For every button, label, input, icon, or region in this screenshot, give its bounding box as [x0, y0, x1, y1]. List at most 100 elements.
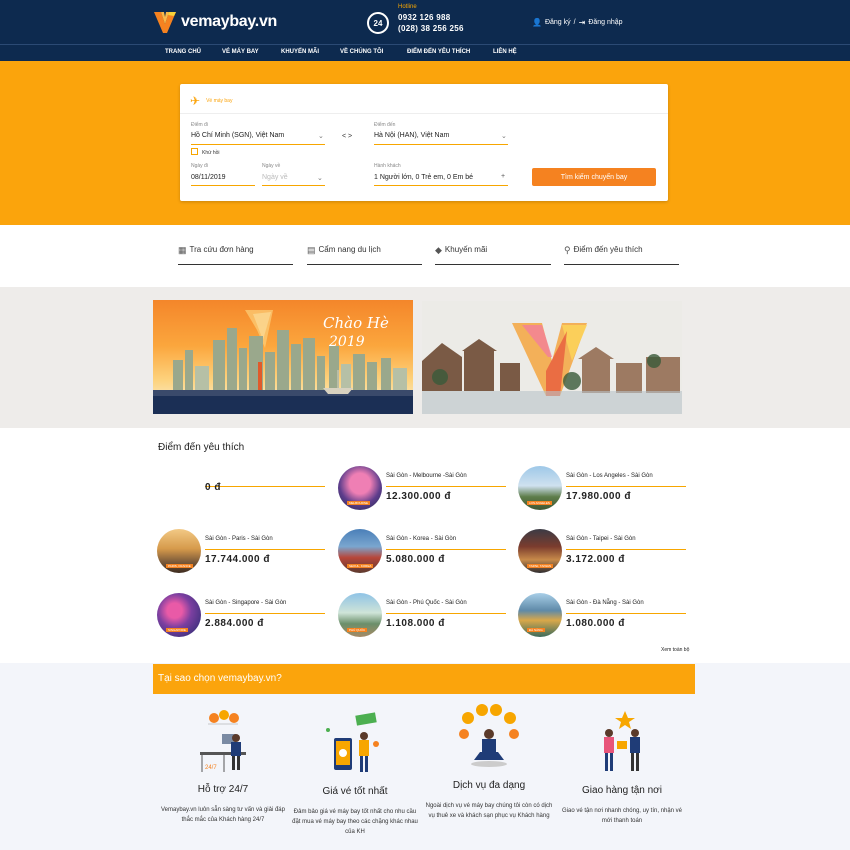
- destination-route: Sài Gòn - Los Angeles - Sài Gòn: [566, 473, 653, 479]
- destination-price: 0 đ: [205, 482, 221, 493]
- calendar-icon: ▦: [178, 245, 187, 255]
- to-select[interactable]: Hà Nội (HAN), Việt Nam: [374, 132, 449, 139]
- quick-link-favorite-destinations[interactable]: ⚲ Điểm đến yêu thích: [564, 245, 679, 265]
- to-underline: [374, 144, 508, 145]
- destination-tag: PARIS, FRANCE: [166, 564, 193, 568]
- tab-flights-label: Vé máy bay: [206, 98, 233, 104]
- passenger-underline: [374, 185, 508, 186]
- destination-price: 1.108.000 đ: [386, 618, 445, 629]
- destination-divider: [566, 549, 686, 550]
- quick-link-label: Cẩm nang du lịch: [318, 245, 381, 254]
- summer-banner[interactable]: Chào Hè 2019: [153, 300, 413, 414]
- destination-thumbnail: ĐÀ NẴNG: [518, 593, 562, 637]
- destination-divider: [386, 549, 506, 550]
- hotline-phone-2[interactable]: (028) 38 256 256: [398, 24, 464, 33]
- nav-promotions[interactable]: KHUYẾN MÃI: [281, 49, 319, 55]
- destination-card[interactable]: ĐÀ NẴNG Sài Gòn - Đà Nẵng - Sài Gòn 1.08…: [518, 593, 688, 641]
- why-us-header: Tại sao chọn vemaybay.vn?: [153, 664, 695, 694]
- best-price-illustration: [320, 710, 390, 780]
- destination-price: 5.080.000 đ: [386, 554, 445, 565]
- return-underline: [262, 185, 325, 186]
- quick-link-label: Tra cứu đơn hàng: [189, 245, 254, 254]
- destination-card[interactable]: SINGAPORE Sài Gòn - Singapore - Sài Gòn …: [157, 593, 327, 641]
- to-label: Điểm đến: [374, 122, 396, 128]
- depart-label: Ngày đi: [191, 163, 208, 169]
- passenger-select[interactable]: 1 Người lớn, 0 Trẻ em, 0 Em bé: [374, 174, 473, 181]
- destination-card[interactable]: SEOUL, KOREA Sài Gòn - Korea - Sài Gòn 5…: [338, 529, 508, 577]
- nav-contact[interactable]: LIÊN HỆ: [493, 49, 517, 55]
- hotline-label: Hotline: [398, 4, 417, 10]
- why-us-title: Tại sao chọn vemaybay.vn?: [158, 673, 282, 684]
- destination-route: Sài Gòn - Taipei - Sài Gòn: [566, 536, 636, 542]
- destination-price: 1.080.000 đ: [566, 618, 625, 629]
- delivery-illustration: [587, 709, 657, 779]
- from-label: Điểm đi: [191, 122, 208, 128]
- register-link[interactable]: Đăng ký: [545, 19, 571, 26]
- destinations-title: Điểm đến yêu thích: [158, 442, 245, 453]
- destination-route: Sài Gòn - Đà Nẵng - Sài Gòn: [566, 600, 644, 606]
- destination-thumbnail: LOS ANGELES: [518, 466, 562, 510]
- destination-tag: PHÚ QUỐC: [347, 628, 368, 632]
- from-underline: [191, 144, 325, 145]
- user-icon: 👤: [532, 18, 542, 27]
- tab-divider: [180, 113, 668, 114]
- nav-favorite-destinations[interactable]: ĐIỂM ĐẾN YÊU THÍCH: [407, 49, 470, 55]
- destination-price: 3.172.000 đ: [566, 554, 625, 565]
- destination-divider: [386, 613, 506, 614]
- passenger-label: Hành khách: [374, 163, 401, 169]
- plane-icon: ✈: [190, 94, 201, 108]
- destination-card[interactable]: LOS ANGELES Sài Gòn - Los Angeles - Sài …: [518, 466, 688, 514]
- destination-divider: [205, 549, 325, 550]
- depart-date-input[interactable]: 08/11/2019: [191, 174, 226, 181]
- from-select[interactable]: Hồ Chí Minh (SGN), Việt Nam: [191, 132, 284, 139]
- feature-title: Giao hàng tận nơi: [582, 785, 662, 796]
- tab-flights[interactable]: ✈ Vé máy bay: [190, 94, 232, 108]
- heritage-banner[interactable]: [422, 301, 682, 414]
- quick-link-promotions[interactable]: ◆ Khuyến mãi: [435, 245, 551, 265]
- quick-link-travel-guide[interactable]: ▤ Cẩm nang du lịch: [307, 245, 422, 265]
- destination-tag: LOS ANGELES: [527, 501, 552, 505]
- quick-link-order-lookup[interactable]: ▦ Tra cứu đơn hàng: [178, 245, 293, 265]
- roundtrip-checkbox[interactable]: [191, 148, 198, 155]
- feature-title: Hỗ trợ 24/7: [197, 784, 249, 795]
- nav-about[interactable]: VỀ CHÚNG TÔI: [340, 49, 383, 55]
- destination-divider: [386, 486, 506, 487]
- destination-divider: [205, 613, 325, 614]
- destination-card[interactable]: MELBOURNE Sài Gòn - Melbourne -Sài Gòn 1…: [338, 466, 508, 514]
- quick-link-label: Khuyến mãi: [444, 245, 488, 254]
- hotline-phone-1[interactable]: 0932 126 988: [398, 13, 451, 22]
- logo[interactable]: vemaybay.vn: [152, 8, 282, 36]
- feature-description: Đảm bảo giá vé máy bay tốt nhất cho nhu …: [292, 809, 418, 835]
- destination-price: 17.980.000 đ: [566, 491, 631, 502]
- destination-card[interactable]: PHÚ QUỐC Sài Gòn - Phú Quốc - Sài Gòn 1.…: [338, 593, 508, 641]
- view-all-link[interactable]: Xem toàn bộ: [661, 647, 689, 653]
- logo-text: vemaybay.vn: [181, 13, 278, 30]
- return-date-input[interactable]: Ngày về: [262, 174, 288, 181]
- destination-card[interactable]: PARIS, FRANCE Sài Gòn - Paris - Sài Gòn …: [157, 529, 327, 577]
- feature-description: Ngoài dịch vụ vé máy bay chúng tôi còn c…: [425, 803, 553, 819]
- login-link[interactable]: Đăng nhập: [588, 19, 622, 26]
- book-icon: ▤: [307, 245, 316, 255]
- swap-button[interactable]: < >: [342, 133, 352, 140]
- login-icon: ⇥: [578, 18, 586, 27]
- header: [0, 0, 850, 44]
- support-badge: 24/7: [205, 765, 217, 771]
- destination-price: 12.300.000 đ: [386, 491, 451, 502]
- destination-card[interactable]: 0 đ: [157, 466, 327, 514]
- feature-services: Dịch vụ đa dạng Ngoài dịch vụ vé máy bay…: [424, 704, 554, 821]
- chevron-down-icon: ⌄: [318, 133, 324, 140]
- heritage-town-illustration: [422, 323, 682, 414]
- nav-flights[interactable]: VÉ MÁY BAY: [222, 49, 259, 55]
- quick-link-label: Điểm đến yêu thích: [573, 245, 643, 254]
- destination-tag: MELBOURNE: [347, 501, 371, 505]
- search-flights-button[interactable]: Tìm kiếm chuyến bay: [532, 168, 656, 186]
- nav-home[interactable]: TRANG CHỦ: [165, 49, 201, 55]
- destination-tag: SEOUL, KOREA: [347, 564, 374, 568]
- destination-tag: TAIPEI, TAIWAN: [527, 564, 554, 568]
- return-label: Ngày về: [262, 163, 281, 169]
- destination-card[interactable]: TAIPEI, TAIWAN Sài Gòn - Taipei - Sài Gò…: [518, 529, 688, 577]
- destination-thumbnail: SEOUL, KOREA: [338, 529, 382, 573]
- destination-route: Sài Gòn - Singapore - Sài Gòn: [205, 600, 287, 606]
- flight-search-form: ✈ Vé máy bay Điểm đi Hồ Chí Minh (SGN), …: [180, 84, 668, 201]
- passenger-plus-icon[interactable]: +: [501, 173, 505, 180]
